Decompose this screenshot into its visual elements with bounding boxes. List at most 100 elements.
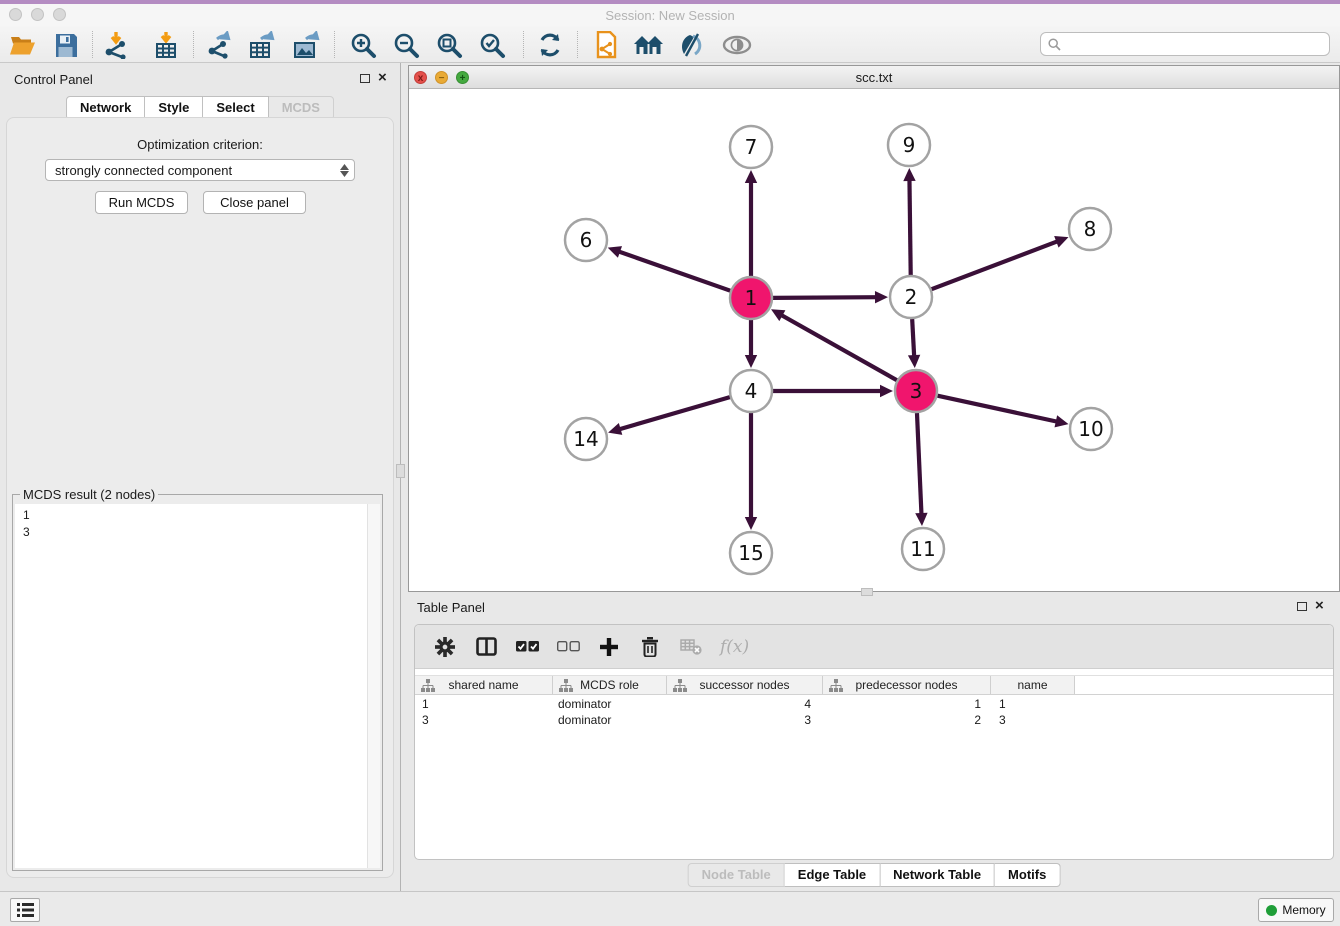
function-builder-button[interactable]: f(x) bbox=[720, 637, 749, 657]
import-table-button[interactable] bbox=[151, 30, 181, 60]
import-table-icon bbox=[153, 31, 179, 59]
export-table-button[interactable] bbox=[247, 30, 277, 60]
graph-node-label: 7 bbox=[745, 135, 758, 159]
memory-button[interactable]: Memory bbox=[1258, 898, 1334, 922]
criterion-dropdown[interactable]: strongly connected component bbox=[45, 159, 355, 181]
table-cell[interactable]: 3 bbox=[991, 712, 1075, 728]
search-field[interactable] bbox=[1040, 32, 1330, 56]
import-network-button[interactable] bbox=[101, 30, 131, 60]
tab-edge-table[interactable]: Edge Table bbox=[785, 863, 880, 887]
zoom-in-icon bbox=[350, 32, 377, 59]
show-column-button[interactable] bbox=[474, 635, 498, 659]
application-window: Session: New Session bbox=[0, 0, 1340, 926]
zoom-fit-button[interactable] bbox=[434, 30, 464, 60]
result-scrollbar[interactable] bbox=[367, 504, 380, 868]
table-cell[interactable]: dominator bbox=[553, 696, 667, 712]
graph-edge-3-10[interactable] bbox=[937, 396, 1058, 422]
apply-layout-button[interactable] bbox=[535, 30, 565, 60]
table-cell[interactable]: 1 bbox=[415, 696, 553, 712]
shared-column-icon bbox=[829, 679, 843, 692]
graph-edge-2-9[interactable] bbox=[909, 178, 910, 275]
close-panel-button[interactable]: Close panel bbox=[203, 191, 306, 214]
network-canvas[interactable]: 7968124314101511 bbox=[409, 89, 1339, 591]
table-panel-tabs: Node Table Edge Table Network Table Moti… bbox=[688, 863, 1061, 887]
graph-edge-2-8[interactable] bbox=[932, 241, 1060, 289]
unselect-all-columns-button[interactable] bbox=[556, 635, 580, 659]
graph-edge-3-11[interactable] bbox=[917, 413, 922, 516]
network-file-icon bbox=[592, 31, 618, 59]
new-network-from-selection-button[interactable] bbox=[590, 30, 620, 60]
status-bar: Memory bbox=[0, 891, 1340, 926]
main-toolbar bbox=[0, 26, 1340, 63]
edge-arrowhead bbox=[745, 517, 757, 530]
zoom-out-icon bbox=[393, 32, 420, 59]
tab-motifs[interactable]: Motifs bbox=[995, 863, 1060, 887]
homes-icon bbox=[634, 34, 664, 56]
table-cell[interactable]: 1 bbox=[991, 696, 1075, 712]
graph-node-label: 1 bbox=[745, 286, 758, 310]
network-window-titlebar[interactable]: x − + scc.txt bbox=[409, 66, 1339, 89]
column-header-shared-name[interactable]: shared name bbox=[415, 676, 553, 694]
float-panel-icon[interactable] bbox=[360, 74, 370, 83]
graph-edge-4-14[interactable] bbox=[618, 397, 730, 430]
column-header-name[interactable]: name bbox=[991, 676, 1075, 694]
gear-icon bbox=[435, 637, 455, 657]
table-cell[interactable]: 2 bbox=[823, 712, 991, 728]
zoom-out-button[interactable] bbox=[391, 30, 421, 60]
trash-icon bbox=[641, 637, 659, 657]
edge-arrowhead bbox=[875, 291, 888, 303]
table-cell[interactable]: 1 bbox=[823, 696, 991, 712]
zoom-in-button[interactable] bbox=[348, 30, 378, 60]
graph-node-label: 4 bbox=[745, 379, 758, 403]
delete-table-button[interactable] bbox=[679, 635, 703, 659]
table-settings-button[interactable] bbox=[433, 635, 457, 659]
select-all-columns-button[interactable] bbox=[515, 635, 539, 659]
horizontal-splitter-grip[interactable] bbox=[861, 588, 873, 596]
close-table-panel-icon[interactable]: × bbox=[1315, 601, 1324, 611]
import-network-icon bbox=[102, 31, 130, 59]
save-session-button[interactable] bbox=[50, 30, 80, 60]
memory-status-dot bbox=[1266, 905, 1277, 916]
table-cell[interactable]: 3 bbox=[415, 712, 553, 728]
unchecked-boxes-icon bbox=[557, 641, 580, 652]
graph-edge-1-6[interactable] bbox=[617, 251, 730, 291]
checked-boxes-icon bbox=[516, 641, 539, 652]
graph-edge-3-1[interactable] bbox=[780, 314, 897, 380]
node-table-panel: f(x) shared name MCDS role bbox=[414, 624, 1334, 860]
table-cell[interactable]: dominator bbox=[553, 712, 667, 728]
table-cell[interactable]: 4 bbox=[667, 696, 823, 712]
hide-details-button[interactable] bbox=[722, 30, 752, 60]
column-header-mcds-role[interactable]: MCDS role bbox=[553, 676, 667, 694]
run-mcds-button[interactable]: Run MCDS bbox=[95, 191, 188, 214]
shared-column-icon bbox=[559, 679, 573, 692]
vertical-splitter-grip[interactable] bbox=[396, 464, 405, 478]
table-cell[interactable]: 3 bbox=[667, 712, 823, 728]
edge-arrowhead bbox=[1055, 415, 1069, 427]
create-column-button[interactable] bbox=[597, 635, 621, 659]
export-network-button[interactable] bbox=[204, 30, 234, 60]
open-folder-icon bbox=[10, 34, 36, 56]
edge-arrowhead bbox=[908, 355, 920, 368]
graph-node-label: 8 bbox=[1084, 217, 1097, 241]
export-table-icon bbox=[248, 31, 276, 59]
task-history-button[interactable] bbox=[10, 898, 40, 922]
show-graphics-details-button[interactable] bbox=[677, 30, 707, 60]
tab-network-table[interactable]: Network Table bbox=[880, 863, 995, 887]
graph-edge-2-3[interactable] bbox=[912, 319, 914, 358]
search-input[interactable] bbox=[1066, 35, 1329, 53]
delete-column-button[interactable] bbox=[638, 635, 662, 659]
column-header-predecessor-nodes[interactable]: predecessor nodes bbox=[823, 676, 991, 694]
shared-column-icon bbox=[421, 679, 435, 692]
open-session-button[interactable] bbox=[8, 30, 38, 60]
tab-node-table[interactable]: Node Table bbox=[688, 863, 785, 887]
column-header-successor-nodes[interactable]: successor nodes bbox=[667, 676, 823, 694]
toolbar-divider bbox=[92, 31, 93, 58]
graph-node-label: 14 bbox=[573, 427, 598, 451]
mcds-result-group: MCDS result (2 nodes) 1 3 bbox=[12, 494, 383, 871]
home-view-button[interactable] bbox=[634, 30, 664, 60]
export-image-button[interactable] bbox=[291, 30, 321, 60]
graph-edge-1-2[interactable] bbox=[773, 297, 878, 298]
close-panel-icon[interactable]: × bbox=[378, 73, 387, 83]
zoom-selected-button[interactable] bbox=[477, 30, 507, 60]
float-table-panel-icon[interactable] bbox=[1297, 602, 1307, 611]
